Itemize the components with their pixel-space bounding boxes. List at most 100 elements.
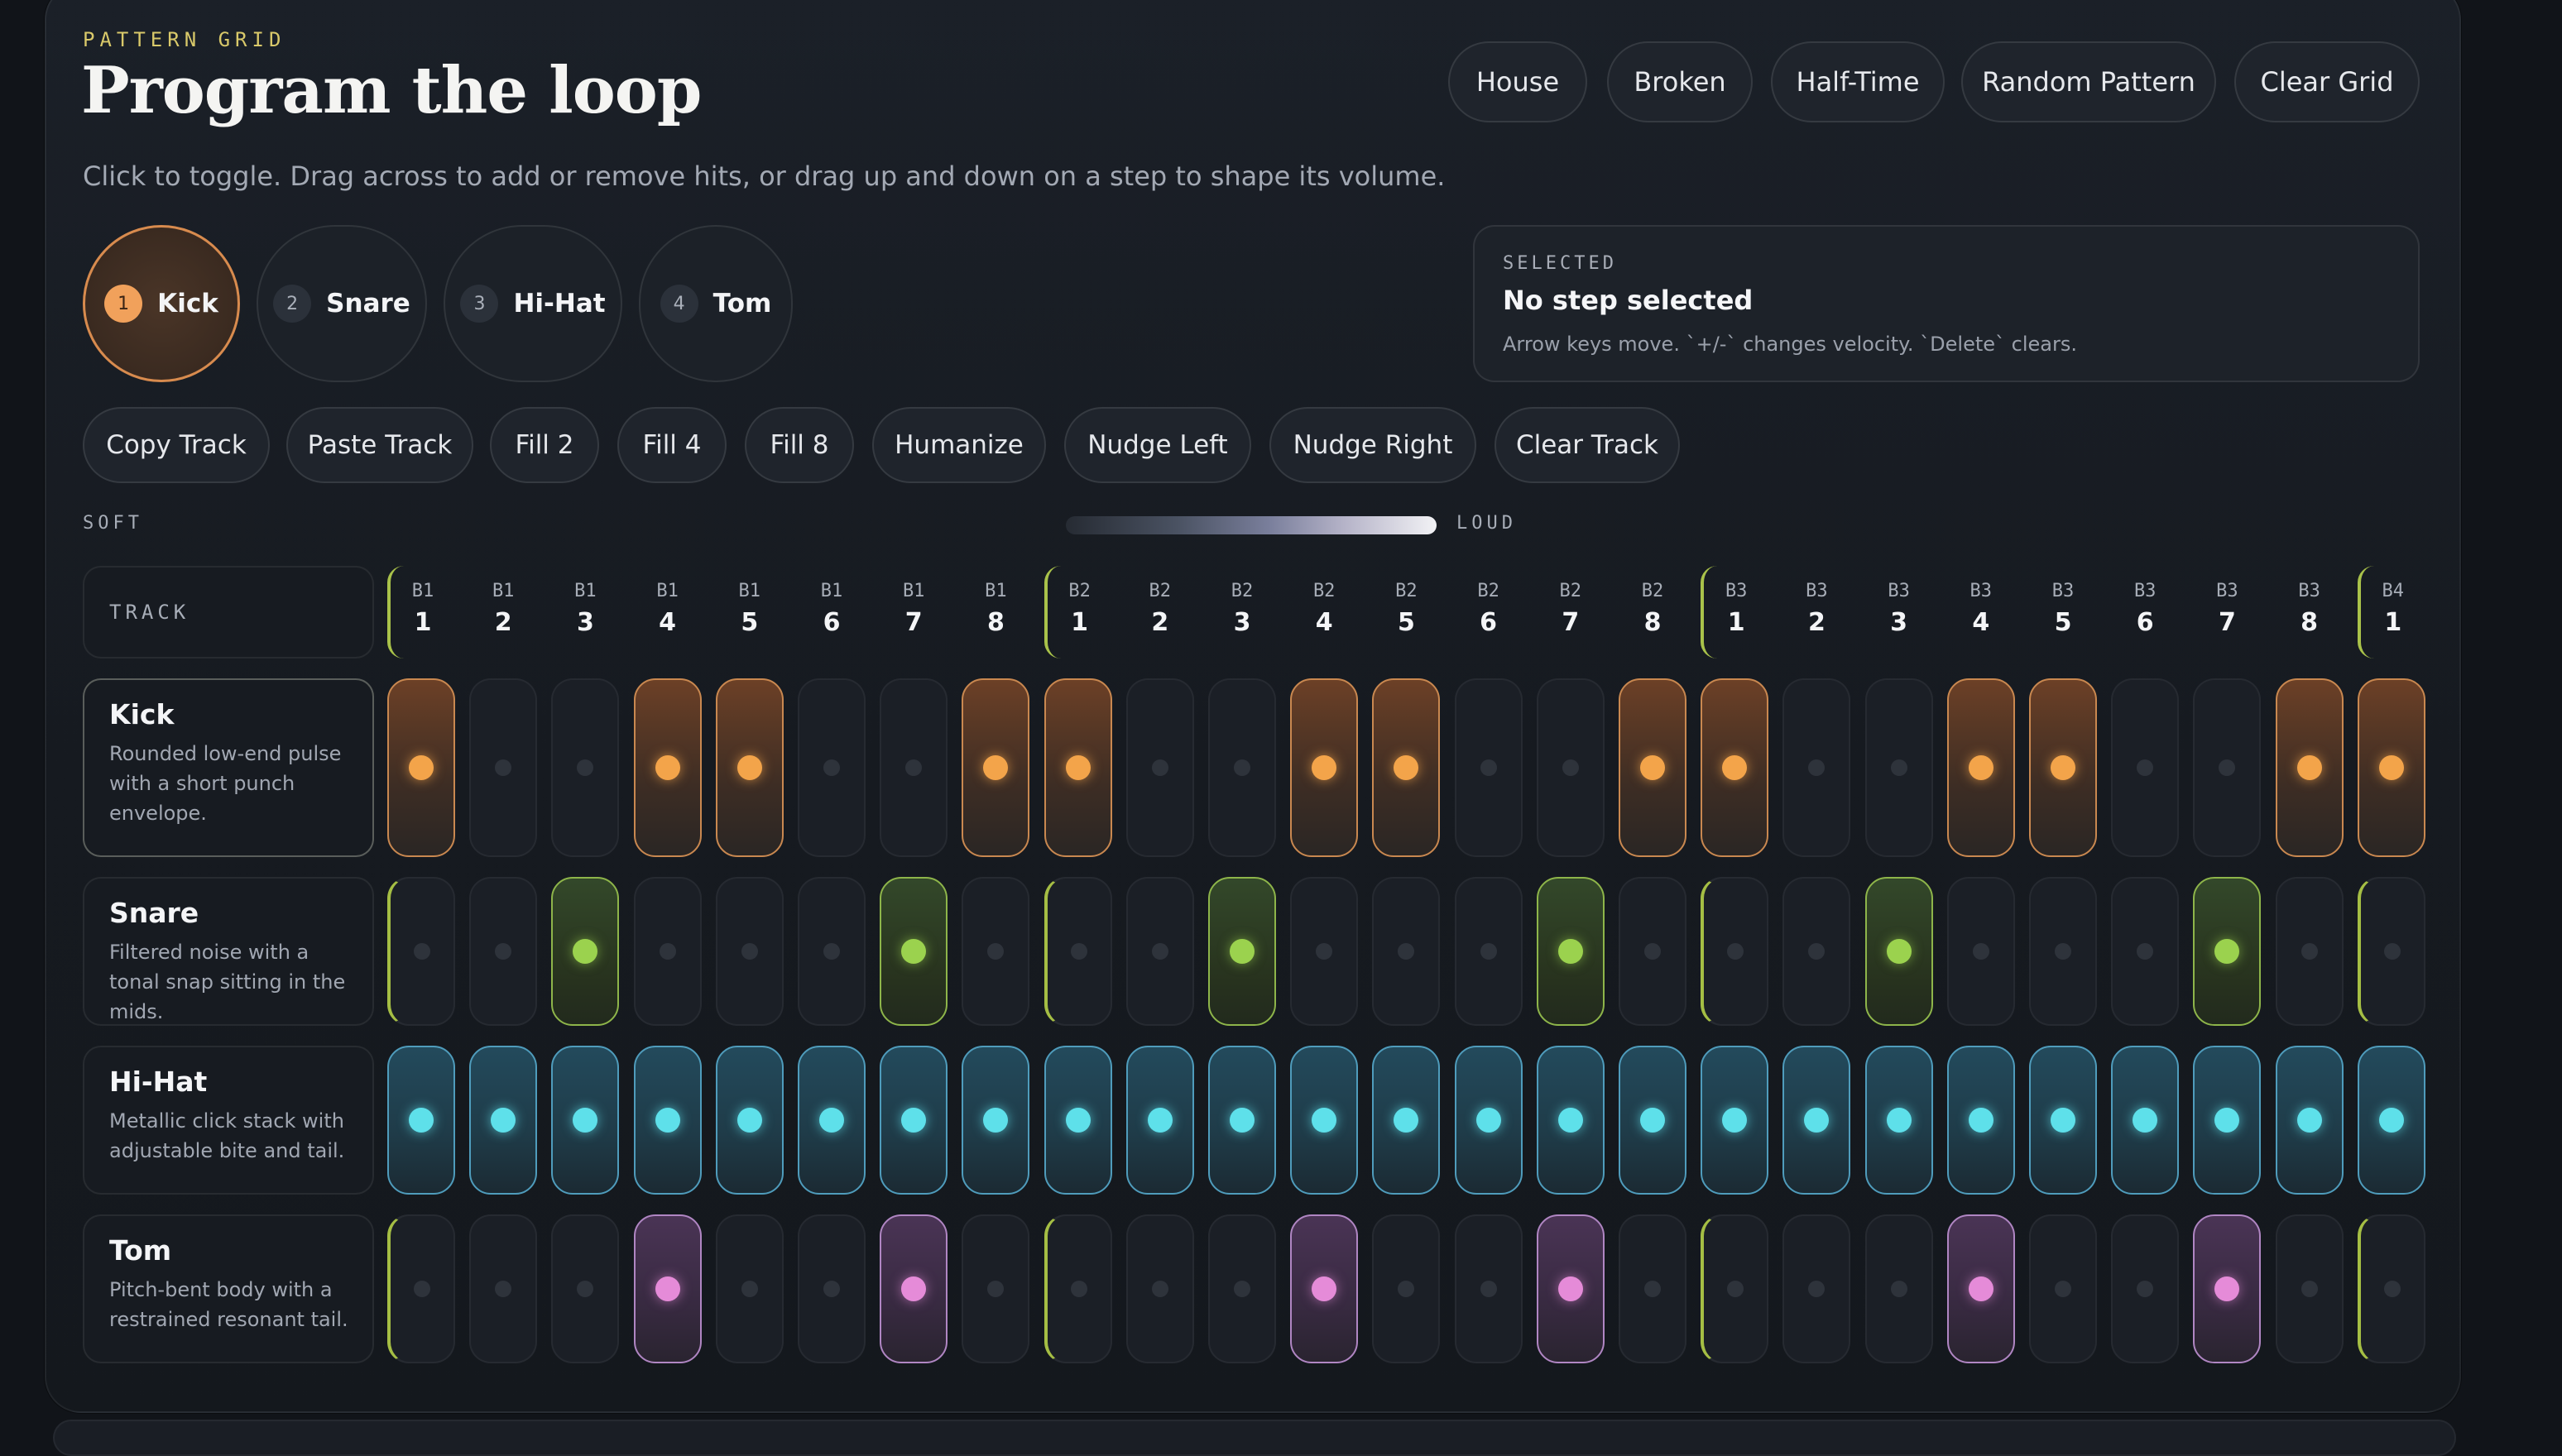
step-cell-snare[interactable] bbox=[962, 877, 1030, 1026]
step-cell-kick[interactable] bbox=[387, 678, 455, 857]
step-cell-snare[interactable] bbox=[2275, 877, 2344, 1026]
step-cell-hat[interactable] bbox=[2029, 1046, 2097, 1195]
step-cell-snare[interactable] bbox=[1044, 877, 1112, 1026]
step-cell-tom[interactable] bbox=[798, 1214, 866, 1363]
step-cell-tom[interactable] bbox=[1044, 1214, 1112, 1363]
step-cell-tom[interactable] bbox=[387, 1214, 455, 1363]
step-cell-hat[interactable] bbox=[551, 1046, 620, 1195]
step-cell-hat[interactable] bbox=[1619, 1046, 1686, 1195]
step-cell-hat[interactable] bbox=[1536, 1046, 1605, 1195]
step-cell-snare[interactable] bbox=[1701, 877, 1769, 1026]
step-cell-kick[interactable] bbox=[2111, 678, 2180, 857]
step-cell-snare[interactable] bbox=[1782, 877, 1851, 1026]
step-cell-snare[interactable] bbox=[633, 877, 702, 1026]
step-cell-hat[interactable] bbox=[469, 1046, 538, 1195]
step-cell-snare[interactable] bbox=[1864, 877, 1933, 1026]
step-cell-tom[interactable] bbox=[551, 1214, 620, 1363]
step-cell-tom[interactable] bbox=[1946, 1214, 2015, 1363]
step-cell-tom[interactable] bbox=[633, 1214, 702, 1363]
step-cell-hat[interactable] bbox=[633, 1046, 702, 1195]
step-cell-kick[interactable] bbox=[1125, 678, 1194, 857]
step-cell-kick[interactable] bbox=[469, 678, 538, 857]
step-cell-kick[interactable] bbox=[2275, 678, 2344, 857]
step-cell-kick[interactable] bbox=[2029, 678, 2097, 857]
step-cell-tom[interactable] bbox=[2029, 1214, 2097, 1363]
step-cell-hat[interactable] bbox=[2193, 1046, 2262, 1195]
step-cell-hat[interactable] bbox=[2275, 1046, 2344, 1195]
step-cell-tom[interactable] bbox=[2275, 1214, 2344, 1363]
step-cell-kick[interactable] bbox=[1619, 678, 1686, 857]
step-cell-snare[interactable] bbox=[1290, 877, 1359, 1026]
step-cell-hat[interactable] bbox=[798, 1046, 866, 1195]
step-cell-kick[interactable] bbox=[1044, 678, 1112, 857]
step-cell-hat[interactable] bbox=[1701, 1046, 1769, 1195]
step-cell-tom[interactable] bbox=[962, 1214, 1030, 1363]
step-cell-tom[interactable] bbox=[1619, 1214, 1686, 1363]
step-cell-tom[interactable] bbox=[1372, 1214, 1441, 1363]
step-cell-kick[interactable] bbox=[798, 678, 866, 857]
step-cell-kick[interactable] bbox=[1208, 678, 1276, 857]
step-cell-snare[interactable] bbox=[2357, 877, 2425, 1026]
step-cell-hat[interactable] bbox=[2357, 1046, 2425, 1195]
step-cell-snare[interactable] bbox=[1619, 877, 1686, 1026]
step-cell-tom[interactable] bbox=[715, 1214, 784, 1363]
step-cell-hat[interactable] bbox=[1864, 1046, 1933, 1195]
step-cell-kick[interactable] bbox=[1536, 678, 1605, 857]
step-cell-kick[interactable] bbox=[1701, 678, 1769, 857]
step-cell-kick[interactable] bbox=[1864, 678, 1933, 857]
step-cell-tom[interactable] bbox=[469, 1214, 538, 1363]
step-cell-hat[interactable] bbox=[1372, 1046, 1441, 1195]
step-cell-snare[interactable] bbox=[1454, 877, 1523, 1026]
step-cell-snare[interactable] bbox=[880, 877, 948, 1026]
step-cell-kick[interactable] bbox=[1946, 678, 2015, 857]
step-cell-hat[interactable] bbox=[1290, 1046, 1359, 1195]
step-cell-snare[interactable] bbox=[798, 877, 866, 1026]
step-cell-hat[interactable] bbox=[1454, 1046, 1523, 1195]
step-cell-hat[interactable] bbox=[2111, 1046, 2180, 1195]
step-cell-kick[interactable] bbox=[2357, 678, 2425, 857]
step-cell-tom[interactable] bbox=[1208, 1214, 1276, 1363]
step-cell-snare[interactable] bbox=[2029, 877, 2097, 1026]
track-row-label-tom[interactable]: Tom Pitch-bent body with a restrained res… bbox=[83, 1214, 374, 1363]
step-cell-snare[interactable] bbox=[469, 877, 538, 1026]
step-cell-tom[interactable] bbox=[1290, 1214, 1359, 1363]
step-cell-kick[interactable] bbox=[1290, 678, 1359, 857]
step-cell-kick[interactable] bbox=[2193, 678, 2262, 857]
step-cell-snare[interactable] bbox=[2193, 877, 2262, 1026]
step-cell-hat[interactable] bbox=[880, 1046, 948, 1195]
step-cell-tom[interactable] bbox=[2193, 1214, 2262, 1363]
step-cell-tom[interactable] bbox=[1536, 1214, 1605, 1363]
step-cell-hat[interactable] bbox=[1125, 1046, 1194, 1195]
step-cell-snare[interactable] bbox=[1208, 877, 1276, 1026]
step-cell-snare[interactable] bbox=[1946, 877, 2015, 1026]
step-cell-tom[interactable] bbox=[2357, 1214, 2425, 1363]
track-row-label-hat[interactable]: Hi-Hat Metallic click stack with adjustab… bbox=[83, 1046, 374, 1195]
step-cell-tom[interactable] bbox=[1864, 1214, 1933, 1363]
step-cell-kick[interactable] bbox=[1372, 678, 1441, 857]
step-cell-snare[interactable] bbox=[551, 877, 620, 1026]
step-cell-snare[interactable] bbox=[1372, 877, 1441, 1026]
step-cell-snare[interactable] bbox=[1536, 877, 1605, 1026]
step-cell-tom[interactable] bbox=[1454, 1214, 1523, 1363]
step-cell-tom[interactable] bbox=[2111, 1214, 2180, 1363]
step-cell-kick[interactable] bbox=[962, 678, 1030, 857]
step-cell-hat[interactable] bbox=[387, 1046, 455, 1195]
step-cell-snare[interactable] bbox=[2111, 877, 2180, 1026]
step-cell-hat[interactable] bbox=[1208, 1046, 1276, 1195]
step-cell-kick[interactable] bbox=[715, 678, 784, 857]
step-cell-tom[interactable] bbox=[1701, 1214, 1769, 1363]
track-row-label-kick[interactable]: Kick Rounded low-end pulse with a short p… bbox=[83, 678, 374, 857]
step-cell-snare[interactable] bbox=[715, 877, 784, 1026]
step-cell-kick[interactable] bbox=[880, 678, 948, 857]
step-cell-hat[interactable] bbox=[1782, 1046, 1851, 1195]
track-row-label-snare[interactable]: Snare Filtered noise with a tonal snap si… bbox=[83, 877, 374, 1026]
step-cell-tom[interactable] bbox=[880, 1214, 948, 1363]
step-cell-hat[interactable] bbox=[1946, 1046, 2015, 1195]
step-cell-tom[interactable] bbox=[1782, 1214, 1851, 1363]
step-cell-kick[interactable] bbox=[633, 678, 702, 857]
step-cell-kick[interactable] bbox=[1454, 678, 1523, 857]
step-cell-hat[interactable] bbox=[1044, 1046, 1112, 1195]
step-cell-hat[interactable] bbox=[715, 1046, 784, 1195]
step-cell-tom[interactable] bbox=[1125, 1214, 1194, 1363]
step-cell-snare[interactable] bbox=[1125, 877, 1194, 1026]
